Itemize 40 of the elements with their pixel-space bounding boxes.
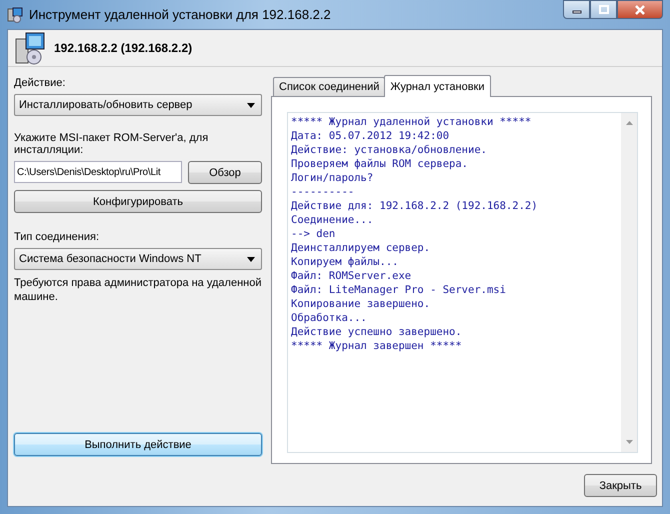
log-line: Соединение... bbox=[291, 213, 374, 227]
log-line: Логин/пароль? bbox=[291, 171, 374, 185]
log-line: Файл: ROMServer.exe bbox=[291, 269, 412, 283]
window-title: Инструмент удаленной установки для 192.168.2.2 bbox=[29, 7, 331, 22]
msi-label: Укажите MSI-пакет ROM-Server'а, для инсталляции: bbox=[14, 132, 210, 156]
admin-note: Требуются права администратора на удаленной машине. bbox=[14, 276, 262, 304]
log-line: Действие для: 192.168.2.2 (192.168.2.2) bbox=[291, 199, 539, 213]
connection-dropdown[interactable]: Система безопасности Windows NT bbox=[14, 248, 262, 270]
close-button[interactable] bbox=[617, 0, 663, 19]
app-icon bbox=[7, 6, 23, 22]
close-icon bbox=[634, 4, 646, 14]
dropdown-arrow-icon bbox=[247, 102, 255, 108]
log-line: Проверяем файлы ROM сервера. bbox=[291, 157, 470, 171]
maximize-icon bbox=[598, 4, 608, 14]
log-line: Копируем файлы... bbox=[291, 255, 400, 269]
log-line: Дата: 05.07.2012 19:42:00 bbox=[291, 129, 450, 143]
configure-button[interactable]: Конфигурировать bbox=[14, 190, 262, 213]
log-line: Копирование завершено. bbox=[291, 297, 432, 311]
tab[interactable]: Журнал установки bbox=[384, 75, 491, 97]
action-dropdown[interactable]: Инсталлировать/обновить сервер bbox=[14, 94, 262, 116]
maximize-button[interactable] bbox=[590, 0, 617, 19]
log-line: --> den bbox=[291, 227, 336, 241]
tab[interactable]: Список соединений bbox=[273, 77, 386, 96]
host-name: 192.168.2.2 (192.168.2.2) bbox=[54, 41, 192, 55]
connection-label: Тип соединения: bbox=[14, 231, 100, 243]
log-line: ***** Журнал завершен ***** bbox=[291, 339, 463, 353]
path-field[interactable]: C:\Users\Denis\Desktop\ru\Pro\Lit bbox=[14, 161, 182, 183]
log-line: Файл: LiteManager Pro - Server.msi bbox=[291, 283, 507, 297]
log-line: ---------- bbox=[291, 185, 356, 199]
close-dialog-button[interactable]: Закрыть bbox=[584, 474, 657, 497]
action-label: Действие: bbox=[14, 77, 66, 89]
log-line: Деинсталлируем сервер. bbox=[291, 241, 432, 255]
browse-button[interactable]: Обзор bbox=[188, 161, 262, 184]
log-line: Действие успешно завершено. bbox=[291, 325, 463, 339]
minimize-button[interactable] bbox=[563, 0, 590, 19]
dropdown-arrow-icon bbox=[247, 256, 255, 262]
log-line: Обработка... bbox=[291, 311, 368, 325]
log-line: Действие: установка/обновление. bbox=[291, 143, 488, 157]
run-button[interactable]: Выполнить действие bbox=[14, 433, 262, 456]
log-line: ***** Журнал удаленной установки ***** bbox=[291, 115, 532, 129]
